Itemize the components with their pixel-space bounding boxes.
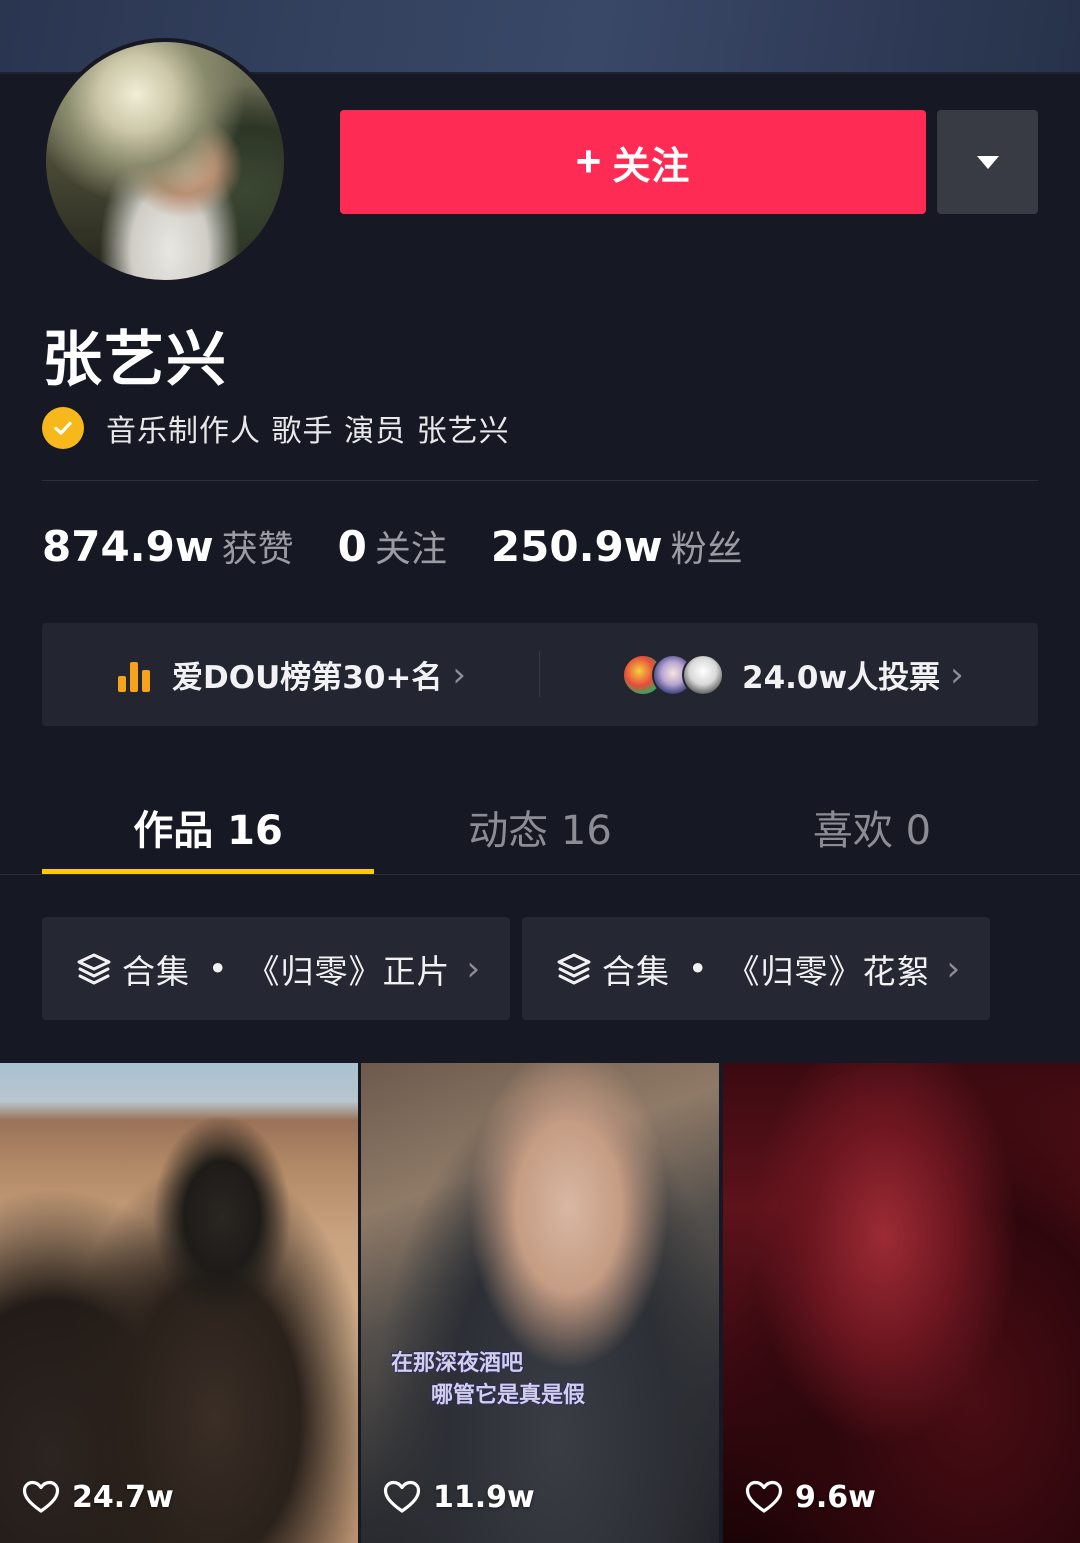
- like-count-row: 11.9w: [383, 1475, 535, 1519]
- tab-dynamics[interactable]: 动态 16: [374, 784, 706, 874]
- chevron-right-icon: ›: [950, 654, 964, 695]
- verified-check-icon: [42, 407, 84, 449]
- collection-card[interactable]: 合集 • 《归零》花絮 ›: [522, 917, 990, 1020]
- chevron-right-icon: ›: [946, 948, 961, 989]
- tab-divider: [0, 874, 1080, 875]
- stat-followers[interactable]: 250.9w 粉丝: [491, 520, 743, 572]
- like-count: 9.6w: [795, 1479, 876, 1515]
- profile-name: 张艺兴: [42, 325, 228, 395]
- video-thumbnail[interactable]: 9.6w: [723, 1063, 1080, 1543]
- like-count-row: 9.6w: [745, 1475, 876, 1519]
- stat-likes-value: 874.9w: [42, 522, 214, 571]
- video-thumbnail[interactable]: 24.7w: [0, 1063, 358, 1543]
- stat-following[interactable]: 0 关注: [338, 520, 447, 572]
- collection-title: 《归零》花絮: [726, 951, 931, 991]
- like-count: 11.9w: [433, 1479, 535, 1515]
- heart-icon: [22, 1480, 60, 1513]
- chevron-right-icon: ›: [452, 654, 466, 695]
- collection-card[interactable]: 合集 • 《归零》正片 ›: [42, 917, 510, 1020]
- collection-prefix: 合集: [122, 951, 190, 991]
- avatar[interactable]: [42, 38, 288, 284]
- stat-following-value: 0: [337, 522, 367, 571]
- collection-title: 《归零》正片: [246, 951, 451, 991]
- stat-likes-label: 获赞: [221, 529, 294, 570]
- content-tabs: 作品 16 动态 16 喜欢 0: [42, 784, 1038, 874]
- rank-link[interactable]: 爱DOU榜第30+名 ›: [118, 623, 466, 726]
- collection-prefix: 合集: [602, 951, 670, 991]
- bar-chart-icon: [118, 658, 154, 692]
- rank-panel: 爱DOU榜第30+名 › 24.0w人投票 ›: [42, 623, 1038, 726]
- layers-icon: [77, 953, 111, 984]
- voter-avatar: [682, 653, 724, 696]
- divider: [42, 480, 1038, 481]
- video-thumbnail[interactable]: 在那深夜酒吧 哪管它是真是假 11.9w: [361, 1063, 719, 1543]
- heart-icon: [383, 1480, 421, 1513]
- plus-icon: +: [575, 137, 603, 186]
- stat-likes[interactable]: 874.9w 获赞: [42, 520, 294, 572]
- video-subtitle: 在那深夜酒吧 哪管它是真是假: [391, 1348, 585, 1412]
- profile-page: + 关注 张艺兴 音乐制作人 歌手 演员 张艺兴 874.9w 获赞 0 关注 …: [0, 0, 1080, 1543]
- like-count: 24.7w: [72, 1479, 174, 1515]
- tab-works[interactable]: 作品 16: [42, 784, 374, 874]
- subtitle-line: 哪管它是真是假: [431, 1383, 586, 1408]
- rank-divider: [539, 651, 540, 697]
- stat-followers-label: 粉丝: [670, 529, 743, 570]
- vote-link[interactable]: 24.0w人投票 ›: [622, 623, 964, 726]
- verified-description: 音乐制作人 歌手 演员 张艺兴: [106, 414, 510, 449]
- like-count-row: 24.7w: [22, 1475, 174, 1519]
- collection-separator: •: [688, 949, 709, 988]
- follow-button[interactable]: + 关注: [340, 110, 926, 214]
- chevron-right-icon: ›: [466, 948, 481, 989]
- stat-followers-value: 250.9w: [490, 522, 663, 571]
- caret-down-icon: [976, 155, 999, 169]
- heart-icon: [745, 1480, 783, 1513]
- stat-following-label: 关注: [374, 529, 447, 570]
- collection-separator: •: [208, 949, 229, 988]
- tab-likes[interactable]: 喜欢 0: [706, 784, 1038, 874]
- verified-row: 音乐制作人 歌手 演员 张艺兴: [42, 404, 510, 452]
- follow-label: 关注: [612, 145, 691, 188]
- rank-label: 爱DOU榜第30+名: [172, 660, 443, 696]
- subtitle-line: 在那深夜酒吧: [391, 1351, 524, 1376]
- vote-count: 24.0w人投票: [742, 660, 941, 696]
- stats-row: 874.9w 获赞 0 关注 250.9w 粉丝: [42, 520, 787, 580]
- layers-icon: [557, 953, 591, 984]
- more-options-button[interactable]: [937, 110, 1038, 214]
